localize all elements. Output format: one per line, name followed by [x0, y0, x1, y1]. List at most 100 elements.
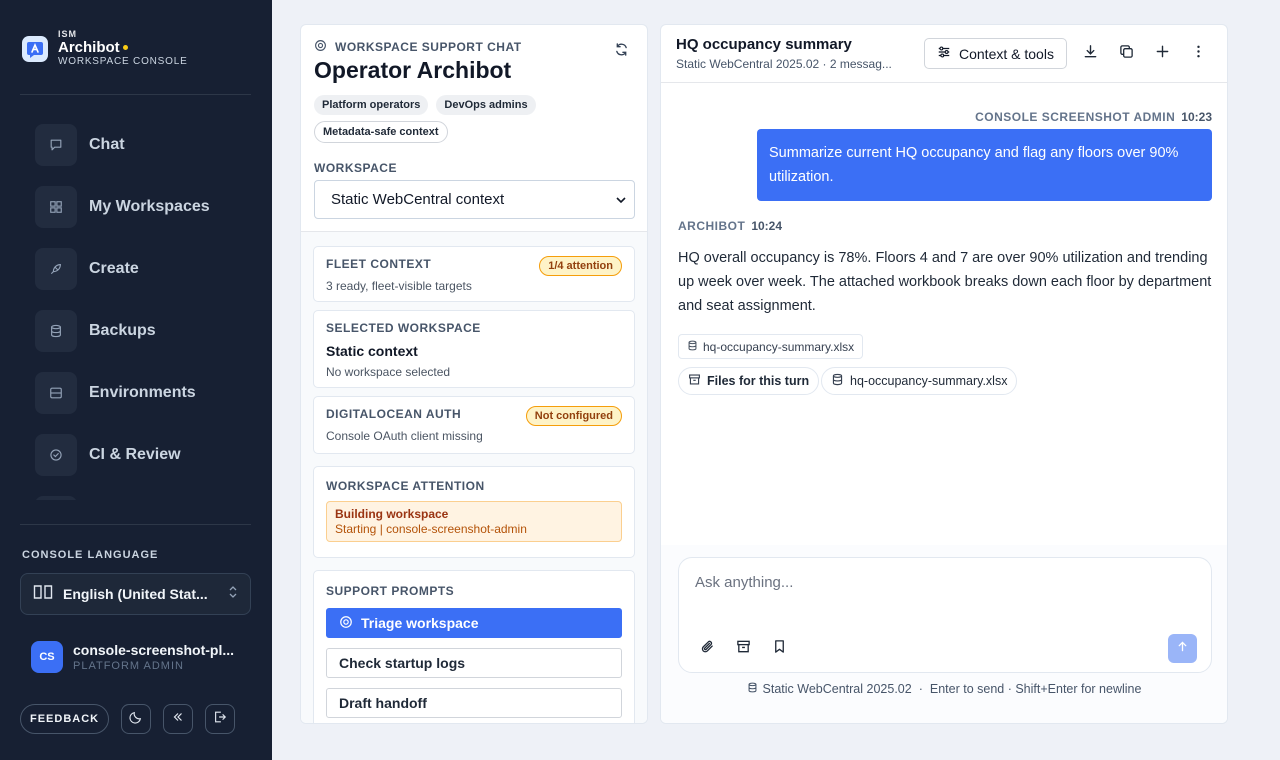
- workspace-select-value: Static WebCentral context: [331, 191, 505, 208]
- sidebar-item-label: Create: [89, 260, 139, 277]
- sidebar-item-my-workspaces[interactable]: My Workspaces: [35, 186, 251, 228]
- attention-item-title: Building workspace: [335, 507, 449, 521]
- sliders-icon: [937, 45, 959, 62]
- language-select[interactable]: English (United Stat...: [20, 573, 251, 615]
- chevron-down-icon: [616, 191, 626, 209]
- user-profile[interactable]: CS console-screenshot-pl... PLATFORM ADM…: [31, 641, 241, 673]
- context-tools-button[interactable]: Context & tools: [924, 38, 1067, 69]
- context-tools-label: Context & tools: [959, 45, 1054, 62]
- divider: [661, 82, 1227, 83]
- database-icon: [35, 310, 77, 352]
- download-button[interactable]: [1078, 42, 1102, 66]
- archive-icon: [736, 639, 751, 659]
- theme-toggle-button[interactable]: [121, 704, 152, 734]
- database-icon: [831, 373, 850, 389]
- sidebar-item-more[interactable]: [35, 496, 251, 500]
- database-icon: [687, 340, 703, 354]
- new-chat-button[interactable]: [1150, 42, 1174, 66]
- language-value: English (United Stat...: [63, 586, 208, 602]
- sidebar-item-environments[interactable]: Environments: [35, 372, 251, 414]
- prompt-triage-workspace-button[interactable]: Triage workspace: [326, 608, 622, 638]
- lifebuoy-icon: [314, 39, 335, 55]
- collapse-sidebar-button[interactable]: [163, 704, 194, 734]
- sidebar-footer: FEEDBACK: [20, 704, 247, 734]
- user-message-bubble: Summarize current HQ occupancy and flag …: [757, 129, 1212, 201]
- brand[interactable]: ISM Archibot WORKSPACE CONSOLE: [22, 29, 188, 68]
- sidebar-divider: [20, 94, 251, 95]
- card-title: SELECTED WORKSPACE: [326, 321, 481, 335]
- send-button[interactable]: [1168, 634, 1197, 663]
- logout-icon: [213, 710, 227, 729]
- attachment-chip[interactable]: hq-occupancy-summary.xlsx: [678, 334, 864, 359]
- brand-subtitle: WORKSPACE CONSOLE: [58, 56, 188, 68]
- message-square-icon: [35, 124, 77, 166]
- download-icon: [1083, 44, 1098, 64]
- paperclip-icon: [700, 639, 715, 659]
- logout-button[interactable]: [205, 704, 236, 734]
- attention-item[interactable]: Building workspace Starting | console-sc…: [326, 501, 622, 542]
- server-icon: [35, 372, 77, 414]
- chat-panel: HQ occupancy summary Static WebCentral 2…: [660, 24, 1228, 724]
- bookmark-button[interactable]: [768, 638, 790, 660]
- chevron-updown-icon: [228, 585, 238, 604]
- moon-icon: [129, 710, 143, 729]
- audience-chips: Platform operators DevOps admins Metadat…: [314, 95, 634, 149]
- card-title: WORKSPACE ATTENTION: [326, 479, 485, 493]
- sidebar-item-backups[interactable]: Backups: [35, 310, 251, 352]
- more-vertical-icon: [1191, 44, 1206, 64]
- lifebuoy-icon: [339, 615, 361, 632]
- prompt-draft-handoff-button[interactable]: Draft handoff: [326, 688, 622, 718]
- support-panel: WORKSPACE SUPPORT CHAT Operator Archibot…: [300, 24, 648, 724]
- files-for-turn-button[interactable]: Files for this turn: [678, 367, 820, 395]
- composer: [678, 557, 1212, 673]
- refresh-button[interactable]: [609, 40, 633, 64]
- bookmark-icon: [772, 639, 787, 659]
- attachment-name: hq-occupancy-summary.xlsx: [703, 339, 855, 354]
- archibot-logo-icon: [22, 35, 48, 62]
- sidebar-nav: Chat My Workspaces Create Backups Enviro…: [35, 124, 251, 500]
- workspace-select[interactable]: Static WebCentral context: [314, 180, 635, 219]
- selected-workspace-card: SELECTED WORKSPACE Static context No wor…: [313, 310, 635, 388]
- message-time: 10:24: [751, 219, 783, 233]
- feedback-button[interactable]: FEEDBACK: [20, 704, 110, 734]
- bot-message-text: HQ overall occupancy is 78%. Floors 4 an…: [678, 250, 1212, 314]
- prompt-check-startup-logs-button[interactable]: Check startup logs: [326, 648, 622, 678]
- archive-button[interactable]: [732, 638, 754, 660]
- sidebar-item-label: My Workspaces: [89, 198, 210, 215]
- sidebar-item-label: Chat: [89, 136, 125, 153]
- sidebar-divider: [20, 524, 251, 525]
- check-circle-icon: [35, 434, 77, 476]
- prompt-label: Triage workspace: [361, 615, 479, 631]
- workspace-attention-card: WORKSPACE ATTENTION Building workspace S…: [313, 466, 635, 558]
- status-dot: [122, 45, 128, 51]
- sidebar-item-label: Backups: [89, 322, 156, 339]
- sidebar-item-ci-review[interactable]: CI & Review: [35, 434, 251, 476]
- separator-dot: ·: [918, 682, 923, 696]
- footer-hint: Enter to send · Shift+Enter for newline: [929, 682, 1142, 696]
- message-author: ARCHIBOT: [678, 219, 746, 233]
- status-badge: Not configured: [525, 406, 622, 426]
- plus-icon: [1155, 44, 1170, 64]
- support-prompts-card: SUPPORT PROMPTS Triage workspace Check s…: [313, 570, 635, 723]
- grid-icon: [35, 186, 77, 228]
- bot-message-meta: ARCHIBOT 10:24: [678, 219, 782, 233]
- file-pill[interactable]: hq-occupancy-summary.xlsx: [821, 367, 1018, 395]
- sidebar-item-create[interactable]: Create: [35, 248, 251, 290]
- copy-button[interactable]: [1114, 42, 1138, 66]
- chat-subtitle: Static WebCentral 2025.02 · 2 messag...: [676, 57, 892, 71]
- attach-button[interactable]: [696, 638, 718, 660]
- more-options-button[interactable]: [1186, 42, 1210, 66]
- user-name: console-screenshot-pl...: [73, 642, 235, 658]
- prompt-label: Check startup logs: [339, 655, 466, 671]
- fleet-context-card: FLEET CONTEXT 3 ready, fleet-visible tar…: [313, 246, 635, 302]
- sidebar-item-chat[interactable]: Chat: [35, 124, 251, 166]
- chip: DevOps admins: [436, 95, 536, 115]
- message-author: CONSOLE SCREENSHOT ADMIN: [975, 110, 1176, 124]
- composer-area: Static WebCentral 2025.02 · Enter to sen…: [661, 545, 1227, 723]
- footer-version: Static WebCentral 2025.02: [762, 682, 912, 696]
- sidebar-item-label: CI & Review: [89, 446, 181, 463]
- message-time: 10:23: [1181, 110, 1212, 124]
- chat-input[interactable]: [695, 574, 1175, 591]
- attention-item-subtitle: Starting | console-screenshot-admin: [335, 522, 527, 536]
- card-subtitle: Console OAuth client missing: [326, 429, 483, 443]
